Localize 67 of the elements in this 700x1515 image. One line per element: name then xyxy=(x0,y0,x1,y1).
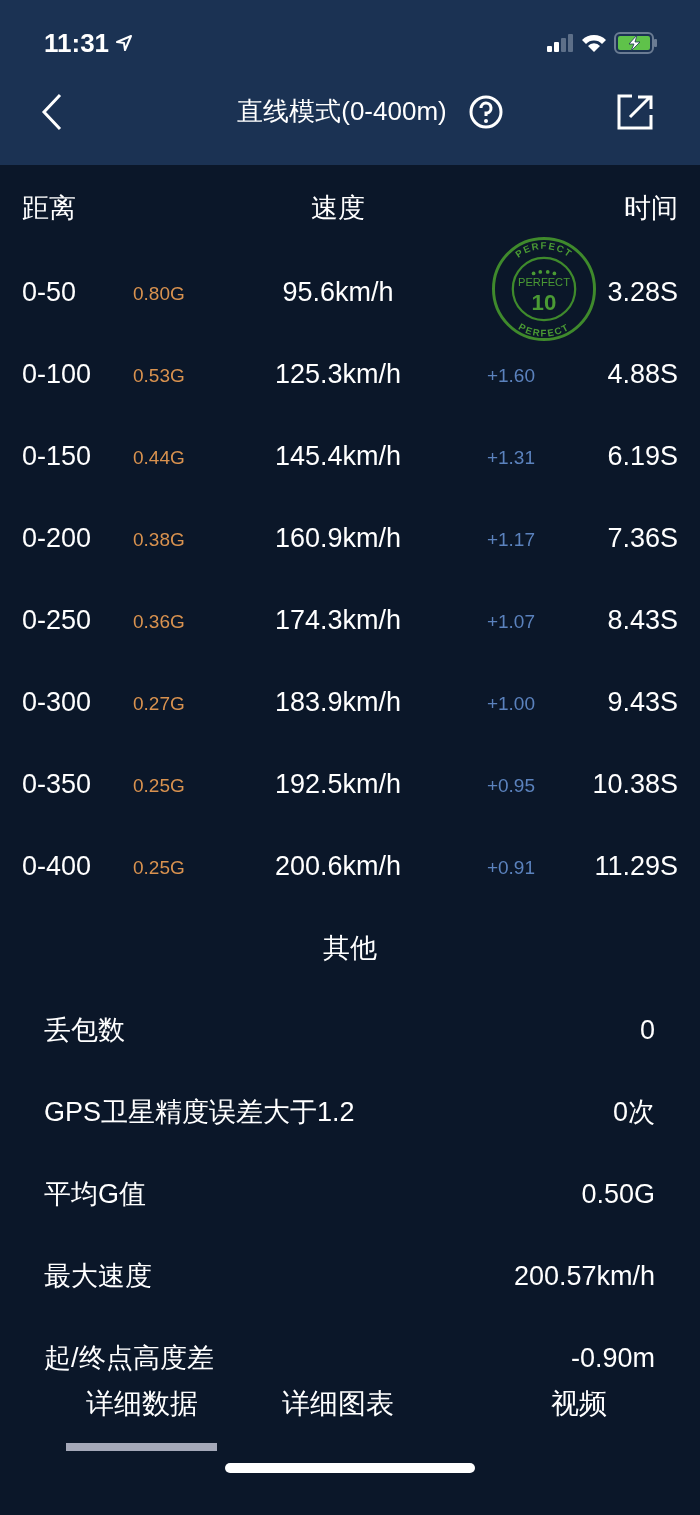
distance-cell-text: 0-400 xyxy=(22,850,93,882)
status-time: 11:31 xyxy=(44,27,110,59)
distance-cell-text: 0-150 xyxy=(22,440,93,472)
back-button[interactable] xyxy=(40,91,64,132)
distance-cell-text: 0-100 xyxy=(22,358,93,390)
speed-cell: 145.4km/h xyxy=(274,440,402,472)
time-cell: 7.36S xyxy=(607,522,678,554)
time-cell: 4.88S xyxy=(607,358,678,390)
time-delta-cell-text: +1.00 xyxy=(486,692,535,715)
column-header: 距离 xyxy=(22,192,77,225)
g-force-cell-text: 0.27G xyxy=(133,692,186,715)
g-force-cell-text: 0.25G xyxy=(133,856,186,879)
stamp-ring-text: PERFECT xyxy=(513,239,575,260)
stat-label: 起/终点高度差 xyxy=(44,1342,214,1375)
distance-cell-text: 0-350 xyxy=(22,768,93,800)
stat-value: 200.57km/h xyxy=(513,1260,655,1292)
stamp-ring-text: PERFECT xyxy=(516,320,572,339)
distance-cell-text: 0-50 xyxy=(22,276,78,308)
speed-cell: 125.3km/h xyxy=(274,358,402,390)
time-delta-cell-text: +1.17 xyxy=(486,528,535,551)
stars-icon xyxy=(531,270,557,276)
time-delta-cell-text: +0.95 xyxy=(486,774,535,797)
share-button[interactable] xyxy=(616,92,654,131)
stamp-score: 10 xyxy=(531,289,557,315)
speed-cell: 95.6km/h xyxy=(282,276,394,308)
stat-value: 0次 xyxy=(612,1096,655,1129)
column-header: 时间 xyxy=(624,192,678,225)
signal-icon xyxy=(546,33,574,53)
distance-cell-text: 0-200 xyxy=(22,522,93,554)
time-cell: 3.28S xyxy=(607,276,678,308)
g-force-cell-text: 0.36G xyxy=(133,610,186,633)
g-force-cell-text: 0.80G xyxy=(133,282,186,305)
tab[interactable]: 详细图表 xyxy=(217,1369,459,1459)
time-delta-cell-text: +1.60 xyxy=(486,364,535,387)
stat-label: 丢包数 xyxy=(44,1014,125,1047)
speed-cell: 192.5km/h xyxy=(274,768,402,800)
stat-value: 0 xyxy=(639,1014,655,1046)
stat-label: 最大速度 xyxy=(44,1260,152,1293)
speed-cell: 160.9km/h xyxy=(274,522,402,554)
g-force-cell-text: 0.38G xyxy=(133,528,186,551)
time-cell: 10.38S xyxy=(592,768,678,800)
wifi-icon xyxy=(580,33,608,53)
stat-label: 平均G值 xyxy=(44,1178,146,1211)
distance-cell-text: 0-250 xyxy=(22,604,93,636)
time-cell: 11.29S xyxy=(594,850,678,882)
battery-charging-icon xyxy=(614,32,658,54)
time-cell: 8.43S xyxy=(607,604,678,636)
g-force-cell-text: 0.53G xyxy=(133,364,186,387)
time-cell: 6.19S xyxy=(607,440,678,472)
stamp-inner-text: PERFECT xyxy=(518,276,570,289)
speed-cell: 183.9km/h xyxy=(274,686,402,718)
distance-cell-text: 0-300 xyxy=(22,686,93,718)
speed-cell: 200.6km/h xyxy=(274,850,402,882)
time-cell: 9.43S xyxy=(607,686,678,718)
stat-value: 0.50G xyxy=(581,1178,655,1210)
g-force-cell-text: 0.25G xyxy=(133,774,186,797)
speed-cell: 174.3km/h xyxy=(274,604,402,636)
section-title: 其他 xyxy=(323,932,377,965)
g-force-cell-text: 0.44G xyxy=(133,446,186,469)
page-title: 直线模式(0-400m) xyxy=(237,95,447,128)
time-delta-cell-text: +1.31 xyxy=(486,446,535,469)
help-icon[interactable] xyxy=(468,94,503,129)
location-arrow-icon xyxy=(115,34,134,52)
column-header: 速度 xyxy=(311,192,365,225)
time-delta-cell-text: +1.07 xyxy=(486,610,535,633)
time-delta-cell-text: +0.91 xyxy=(486,856,535,879)
stat-label: GPS卫星精度误差大于1.2 xyxy=(44,1096,355,1129)
